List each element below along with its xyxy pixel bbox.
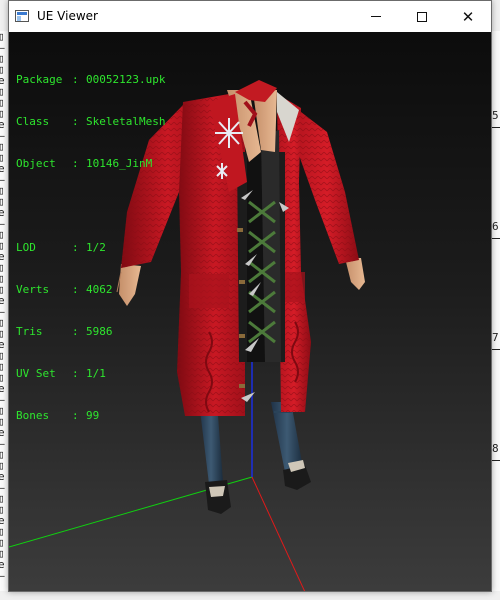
info-row-uvset: UV Set: 1/1	[16, 367, 165, 381]
ue-viewer-window: UE Viewer ✕ Package: 00052123.upk Class…	[8, 0, 492, 592]
bg-number: 6	[492, 220, 499, 233]
info-separator: :	[72, 73, 86, 86]
3d-viewport[interactable]: Package: 00052123.upk Class: SkeletalMes…	[9, 32, 491, 591]
close-icon: ✕	[461, 7, 475, 26]
info-label: Tris	[16, 325, 43, 338]
info-row-tris: Tris: 5986	[16, 325, 165, 339]
app-window-icon	[15, 10, 29, 22]
info-separator: :	[72, 157, 86, 170]
info-label: Object	[16, 157, 56, 170]
info-label: Verts	[16, 283, 50, 296]
maximize-icon	[417, 11, 427, 22]
info-row-verts: Verts: 4062	[16, 283, 165, 297]
info-row-package: Package: 00052123.upk	[16, 73, 165, 87]
close-button[interactable]: ✕	[445, 1, 491, 32]
bg-tick	[492, 349, 500, 350]
info-value-package: 00052123.upk	[86, 73, 166, 86]
bg-tick	[492, 238, 500, 239]
info-value-tris: 5986	[86, 325, 113, 338]
info-label: LOD	[16, 241, 36, 254]
info-value-object: 10146_JinM	[86, 157, 153, 170]
info-separator: :	[72, 115, 86, 128]
info-row-class: Class: SkeletalMesh	[16, 115, 165, 129]
bg-tick	[492, 127, 500, 128]
bg-number: 7	[492, 331, 499, 344]
info-separator: :	[72, 367, 86, 380]
info-row-bones: Bones: 99	[16, 409, 165, 423]
info-label: Bones	[16, 409, 50, 422]
title-bar[interactable]: UE Viewer ✕	[9, 1, 491, 32]
minimize-icon	[371, 16, 381, 17]
bg-tick	[492, 460, 500, 461]
x-axis-line	[251, 476, 306, 591]
info-value-lod: 1/2	[86, 241, 106, 254]
info-label: Package	[16, 73, 63, 86]
info-row-lod: LOD: 1/2	[16, 241, 165, 255]
info-row-object: Object: 10146_JinM	[16, 157, 165, 171]
info-value-bones: 99	[86, 409, 100, 422]
info-value-class: SkeletalMesh	[86, 115, 166, 128]
info-value-verts: 4062	[86, 283, 113, 296]
info-label: UV Set	[16, 367, 56, 380]
info-separator: :	[72, 409, 86, 422]
info-value-uvset: 1/1	[86, 367, 106, 380]
minimize-button[interactable]	[353, 1, 399, 32]
bg-number: 5	[492, 109, 499, 122]
info-separator: :	[72, 325, 86, 338]
info-separator: :	[72, 283, 86, 296]
right-arm	[295, 112, 365, 290]
bg-number: 8	[492, 442, 499, 455]
window-title: UE Viewer	[37, 9, 98, 23]
info-label: Class	[16, 115, 50, 128]
maximize-button[interactable]	[399, 1, 445, 32]
info-separator: :	[72, 241, 86, 254]
mesh-info-overlay: Package: 00052123.upk Class: SkeletalMes…	[16, 45, 165, 451]
